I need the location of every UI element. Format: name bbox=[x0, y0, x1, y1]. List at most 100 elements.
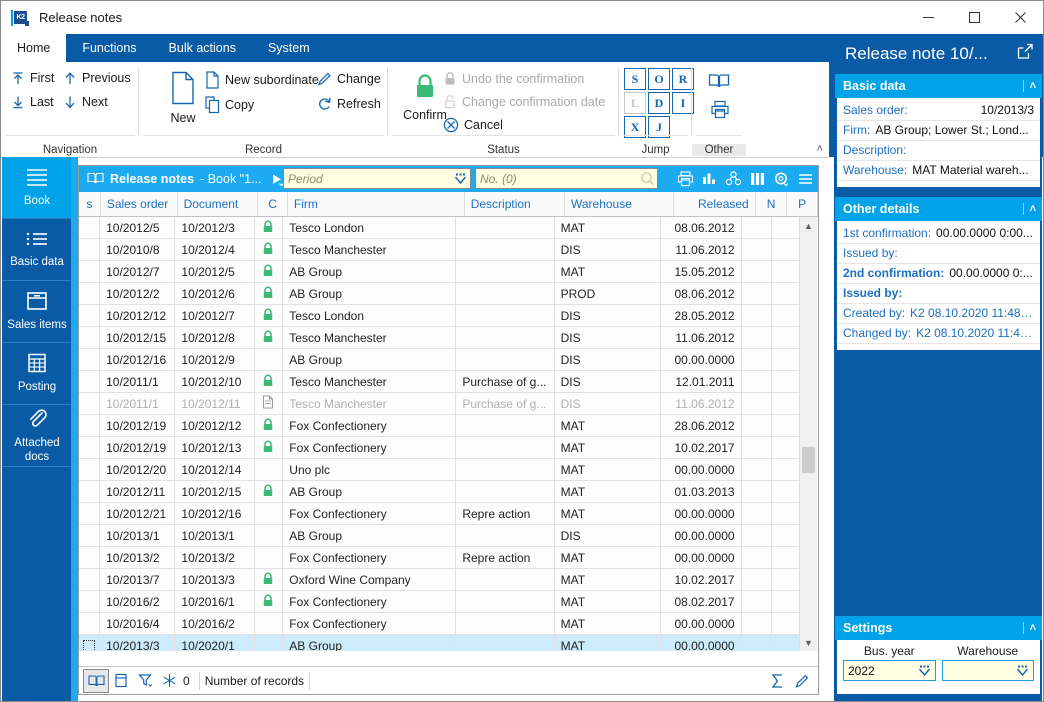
cell-firm: Oxford Wine Company bbox=[283, 569, 457, 590]
grid-vertical-scrollbar[interactable]: ▲ ▼ bbox=[799, 217, 817, 651]
other-print-button[interactable] bbox=[710, 100, 730, 119]
table-row[interactable]: 10/2012/2 10/2012/6 AB Group PROD 08.06.2012 bbox=[79, 283, 802, 305]
maximize-button[interactable] bbox=[951, 1, 997, 34]
table-row[interactable]: 10/2011/1 10/2012/10 Tesco Manchester Purch… bbox=[79, 371, 802, 393]
new-button[interactable]: New bbox=[153, 71, 213, 125]
column-header-description[interactable]: Description bbox=[465, 192, 565, 216]
column-header-n[interactable]: N bbox=[756, 192, 788, 216]
search-icon[interactable] bbox=[637, 169, 657, 188]
section-header-basic-data[interactable]: Basic data ˄ bbox=[835, 74, 1042, 98]
printer-icon[interactable] bbox=[675, 169, 696, 189]
sidebar-item-posting[interactable]: Posting bbox=[2, 343, 72, 405]
table-row[interactable]: 10/2012/21 10/2012/16 Fox Confectionery Rep… bbox=[79, 503, 802, 525]
jump-button-grid: S O R L D I X J bbox=[624, 68, 694, 138]
view-card-button[interactable] bbox=[109, 670, 133, 692]
column-header-released[interactable]: Released bbox=[674, 192, 756, 216]
change-button[interactable]: Change bbox=[317, 71, 381, 87]
settings-field-input[interactable] bbox=[941, 660, 1034, 681]
table-row[interactable]: 10/2012/5 10/2012/3 Tesco London MAT 08.06.2… bbox=[79, 217, 802, 239]
table-row[interactable]: 10/2013/7 10/2013/3 Oxford Wine Company MAT… bbox=[79, 569, 802, 591]
table-row[interactable]: 10/2013/3 10/2020/1 AB Group MAT 00.00.0000 bbox=[79, 635, 802, 651]
scroll-down-icon[interactable]: ▼ bbox=[800, 634, 817, 651]
table-row[interactable]: 10/2012/12 10/2012/7 Tesco London DIS 28.05.… bbox=[79, 305, 802, 327]
view-book-button[interactable] bbox=[83, 668, 109, 693]
jump-button-d[interactable]: D bbox=[648, 92, 670, 114]
chart-icon[interactable] bbox=[699, 169, 720, 189]
sum-icon[interactable] bbox=[766, 670, 790, 692]
jump-button-l[interactable]: L bbox=[624, 92, 646, 114]
table-row[interactable]: 10/2012/7 10/2012/5 AB Group MAT 15.05.2012 bbox=[79, 261, 802, 283]
scroll-up-icon[interactable]: ▲ bbox=[800, 217, 817, 234]
gear-icon[interactable] bbox=[771, 169, 792, 189]
tab-bulk-actions[interactable]: Bulk actions bbox=[153, 34, 252, 62]
table-row[interactable]: 10/2012/20 10/2012/14 Uno plc MAT 00.00.0000 bbox=[79, 459, 802, 481]
period-dropdown-icon[interactable] bbox=[450, 169, 470, 188]
table-row[interactable]: 10/2012/16 10/2012/9 AB Group DIS 00.00.0000 bbox=[79, 349, 802, 371]
table-row[interactable]: 10/2012/11 10/2012/15 AB Group MAT 01.03.201… bbox=[79, 481, 802, 503]
graph-icon[interactable] bbox=[723, 169, 744, 189]
columns-icon[interactable] bbox=[747, 169, 768, 189]
sidebar-item-basic-data[interactable]: Basic data bbox=[2, 219, 72, 281]
period-input[interactable] bbox=[284, 169, 450, 188]
close-button[interactable] bbox=[997, 1, 1043, 34]
column-header-sales_order[interactable]: Sales order bbox=[101, 192, 178, 216]
grid-tab-release-notes[interactable]: Release notes - Book "1... bbox=[79, 166, 268, 192]
undo-confirmation-button[interactable]: Undo the confirmation bbox=[443, 71, 584, 87]
sidebar-item-book[interactable]: Book bbox=[2, 157, 72, 219]
section-body-other-details: 1st confirmation: 00.00.0000 0:00... Issue… bbox=[837, 221, 1040, 350]
sidebar-item-sales-items[interactable]: Sales items bbox=[2, 281, 72, 343]
period-field[interactable] bbox=[283, 168, 471, 189]
column-header-warehouse[interactable]: Warehouse bbox=[565, 192, 675, 216]
edit-pen-icon[interactable] bbox=[790, 670, 814, 692]
cancel-button[interactable]: Cancel bbox=[443, 117, 503, 133]
menu-icon[interactable] bbox=[795, 169, 816, 189]
sidebar-item-attached-docs[interactable]: Attached docs bbox=[2, 405, 72, 467]
table-row[interactable]: 10/2016/2 10/2016/1 Fox Confectionery MAT 08… bbox=[79, 591, 802, 613]
section-header-settings[interactable]: Settings ˄ bbox=[835, 616, 1042, 640]
new-subordinate-button[interactable]: New subordinate bbox=[205, 71, 319, 89]
nav-first-button[interactable]: First bbox=[11, 71, 54, 85]
settings-field-input[interactable]: 2022 bbox=[843, 660, 936, 681]
nav-next-button[interactable]: Next bbox=[63, 95, 108, 109]
cell-warehouse: MAT bbox=[555, 415, 662, 436]
snowflake-button[interactable] bbox=[157, 670, 181, 692]
table-row[interactable]: 10/2016/4 10/2016/2 Fox Confectionery MAT 00… bbox=[79, 613, 802, 635]
ribbon-collapse-button[interactable]: ˄ bbox=[817, 143, 823, 155]
tab-home[interactable]: Home bbox=[1, 34, 67, 62]
book-icon bbox=[87, 171, 104, 188]
table-row[interactable]: 10/2011/1 10/2012/11 Tesco Manchester Purch… bbox=[79, 393, 802, 415]
open-external-icon[interactable] bbox=[1017, 43, 1034, 65]
no-input[interactable] bbox=[476, 169, 637, 188]
column-header-c[interactable]: C bbox=[258, 192, 288, 216]
copy-button[interactable]: Copy bbox=[205, 96, 254, 114]
jump-button-s[interactable]: S bbox=[624, 68, 646, 90]
refresh-button[interactable]: Refresh bbox=[317, 96, 381, 112]
table-row[interactable]: 10/2012/19 10/2012/12 Fox Confectionery MAT… bbox=[79, 415, 802, 437]
column-header-document[interactable]: Document bbox=[178, 192, 259, 216]
jump-button-o[interactable]: O bbox=[648, 68, 670, 90]
dropdown-icon[interactable] bbox=[913, 664, 935, 677]
chevron-up-icon[interactable]: ˄ bbox=[1022, 80, 1036, 92]
table-row[interactable]: 10/2012/19 10/2012/13 Fox Confectionery MAT… bbox=[79, 437, 802, 459]
chevron-up-icon[interactable]: ˄ bbox=[1022, 203, 1036, 215]
nav-last-button[interactable]: Last bbox=[11, 95, 54, 109]
column-header-firm[interactable]: Firm bbox=[288, 192, 465, 216]
table-row[interactable]: 10/2010/8 10/2012/4 Tesco Manchester DIS 11.… bbox=[79, 239, 802, 261]
scrollbar-thumb[interactable] bbox=[802, 447, 815, 473]
nav-previous-button[interactable]: Previous bbox=[63, 71, 131, 85]
section-header-other-details[interactable]: Other details ˄ bbox=[835, 197, 1042, 221]
table-row[interactable]: 10/2012/15 10/2012/8 Tesco Manchester DIS 11… bbox=[79, 327, 802, 349]
change-confirmation-date-button[interactable]: Change confirmation date bbox=[443, 94, 605, 110]
other-book-button[interactable] bbox=[708, 72, 730, 90]
minimize-button[interactable] bbox=[905, 1, 951, 34]
column-header-s[interactable]: s bbox=[79, 192, 101, 216]
tab-functions[interactable]: Functions bbox=[66, 34, 152, 62]
filter-button[interactable] bbox=[133, 670, 157, 692]
dropdown-icon[interactable] bbox=[1011, 664, 1033, 677]
table-row[interactable]: 10/2013/2 10/2013/2 Fox Confectionery Repre… bbox=[79, 547, 802, 569]
tab-system[interactable]: System bbox=[252, 34, 326, 62]
no-field[interactable] bbox=[475, 168, 658, 189]
table-row[interactable]: 10/2013/1 10/2013/1 AB Group DIS 00.00.0000 bbox=[79, 525, 802, 547]
chevron-up-icon[interactable]: ˄ bbox=[1022, 622, 1036, 634]
column-header-p[interactable]: P bbox=[787, 192, 819, 216]
